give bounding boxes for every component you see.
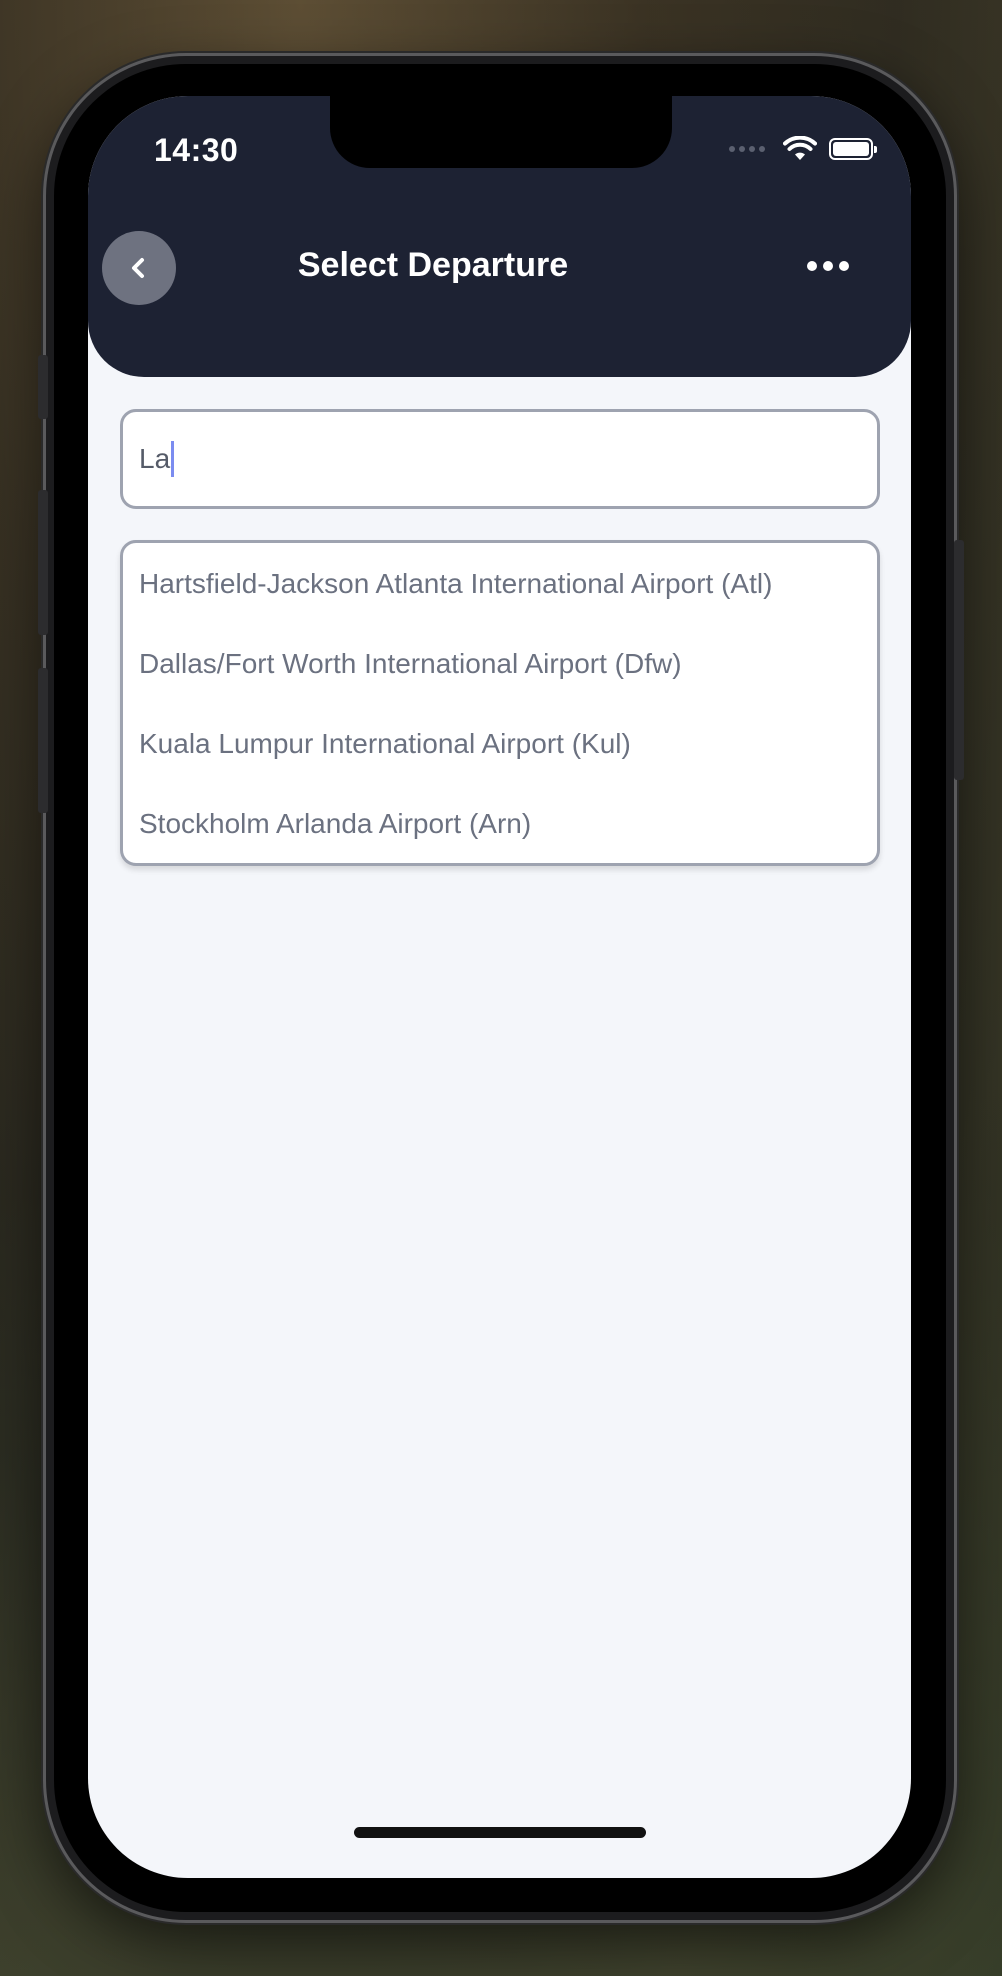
page-title: Select Departure xyxy=(297,246,569,284)
suggestion-item[interactable]: Dallas/Fort Worth International Airport … xyxy=(139,648,682,680)
wifi-icon xyxy=(783,136,817,160)
more-horizontal-icon xyxy=(807,261,817,271)
app-header: 14:30 Select Departure xyxy=(88,96,911,377)
status-time: 14:30 xyxy=(154,132,239,168)
power-button xyxy=(954,540,964,780)
battery-icon xyxy=(829,138,877,160)
volume-up-button xyxy=(38,490,48,635)
suggestion-item[interactable]: Stockholm Arlanda Airport (Arn) xyxy=(139,808,531,840)
text-caret xyxy=(171,441,175,477)
home-indicator[interactable] xyxy=(354,1827,646,1838)
suggestion-item[interactable]: Hartsfield-Jackson Atlanta International… xyxy=(139,568,772,600)
suggestion-item[interactable]: Kuala Lumpur International Airport (Kul) xyxy=(139,728,631,760)
departure-search-input[interactable]: La xyxy=(120,409,880,509)
app-screen: 14:30 Select Departure La Hartsfield-Jac… xyxy=(88,96,911,1878)
airport-suggestions-list: Hartsfield-Jackson Atlanta International… xyxy=(120,540,880,866)
status-icons xyxy=(729,136,877,162)
volume-down-button xyxy=(38,668,48,813)
search-input-value: La xyxy=(139,443,171,474)
notch xyxy=(330,96,672,168)
signal-icon xyxy=(729,146,765,152)
more-options-button[interactable] xyxy=(793,246,863,286)
silent-switch xyxy=(38,355,48,419)
